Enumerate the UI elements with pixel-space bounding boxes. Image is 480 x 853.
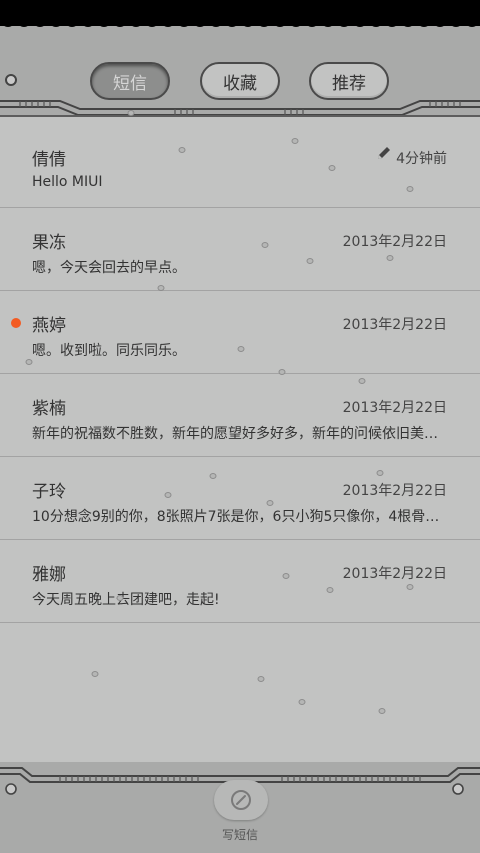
conversation-item[interactable]: 燕婷 2013年2月22日 嗯。收到啦。同乐同乐。 [0,291,480,374]
compose-label: 写短信 [221,828,258,842]
message-preview: 今天周五晚上去团建吧，走起! [32,592,220,608]
tab-sms-label: 短信 [113,73,147,94]
compose-button[interactable] [214,780,268,820]
message-preview: 嗯。收到啦。同乐同乐。 [32,343,186,359]
conversation-item[interactable]: 紫楠 2013年2月22日 新年的祝福数不胜数，新年的愿望好多好多，新年的问候依… [0,374,480,457]
sms-screen: 短信 收藏 推荐 倩倩 4分钟前 Hello MIUI 果冻 2013年2月22… [0,0,480,853]
conversation-item[interactable]: 倩倩 4分钟前 Hello MIUI [0,125,480,208]
compose-icon [231,790,251,810]
tab-recommended-label: 推荐 [332,73,366,94]
conversation-item[interactable]: 雅娜 2013年2月22日 今天周五晚上去团建吧，走起! [0,540,480,623]
conversation-item[interactable]: 果冻 2013年2月22日 嗯，今天会回去的早点。 [0,208,480,291]
message-time: 4分钟前 [396,151,447,167]
contact-name: 子玲 [32,482,66,502]
draft-pencil-icon [378,147,390,159]
contact-name: 果冻 [32,233,66,253]
message-time: 2013年2月22日 [342,566,447,582]
conversation-item[interactable]: 子玲 2013年2月22日 10分想念9别的你，8张照片7张是你，6只小狗5只像… [0,457,480,540]
message-time: 2013年2月22日 [342,483,447,499]
message-preview: 新年的祝福数不胜数，新年的愿望好多好多，新年的问候依旧美好… [32,426,446,442]
contact-name: 燕婷 [32,316,66,336]
message-time: 2013年2月22日 [342,317,447,333]
contact-name: 雅娜 [32,565,66,585]
tab-sms[interactable]: 短信 [90,62,170,100]
tab-favorites-label: 收藏 [223,73,257,94]
message-time: 2013年2月22日 [342,400,447,416]
contact-name: 倩倩 [32,150,66,170]
message-preview: 10分想念9别的你，8张照片7张是你，6只小狗5只像你，4根骨头… [32,509,446,525]
rail-rivet-left [5,74,17,86]
scalloped-edge [0,18,480,27]
message-preview: 嗯，今天会回去的早点。 [32,260,186,276]
contact-name: 紫楠 [32,399,66,419]
unread-indicator [11,318,21,328]
message-list: 倩倩 4分钟前 Hello MIUI 果冻 2013年2月22日 嗯，今天会回去… [0,115,480,770]
tab-recommended[interactable]: 推荐 [309,62,389,100]
message-preview: Hello MIUI [32,174,103,190]
message-time: 2013年2月22日 [342,234,447,250]
tab-favorites[interactable]: 收藏 [200,62,280,100]
